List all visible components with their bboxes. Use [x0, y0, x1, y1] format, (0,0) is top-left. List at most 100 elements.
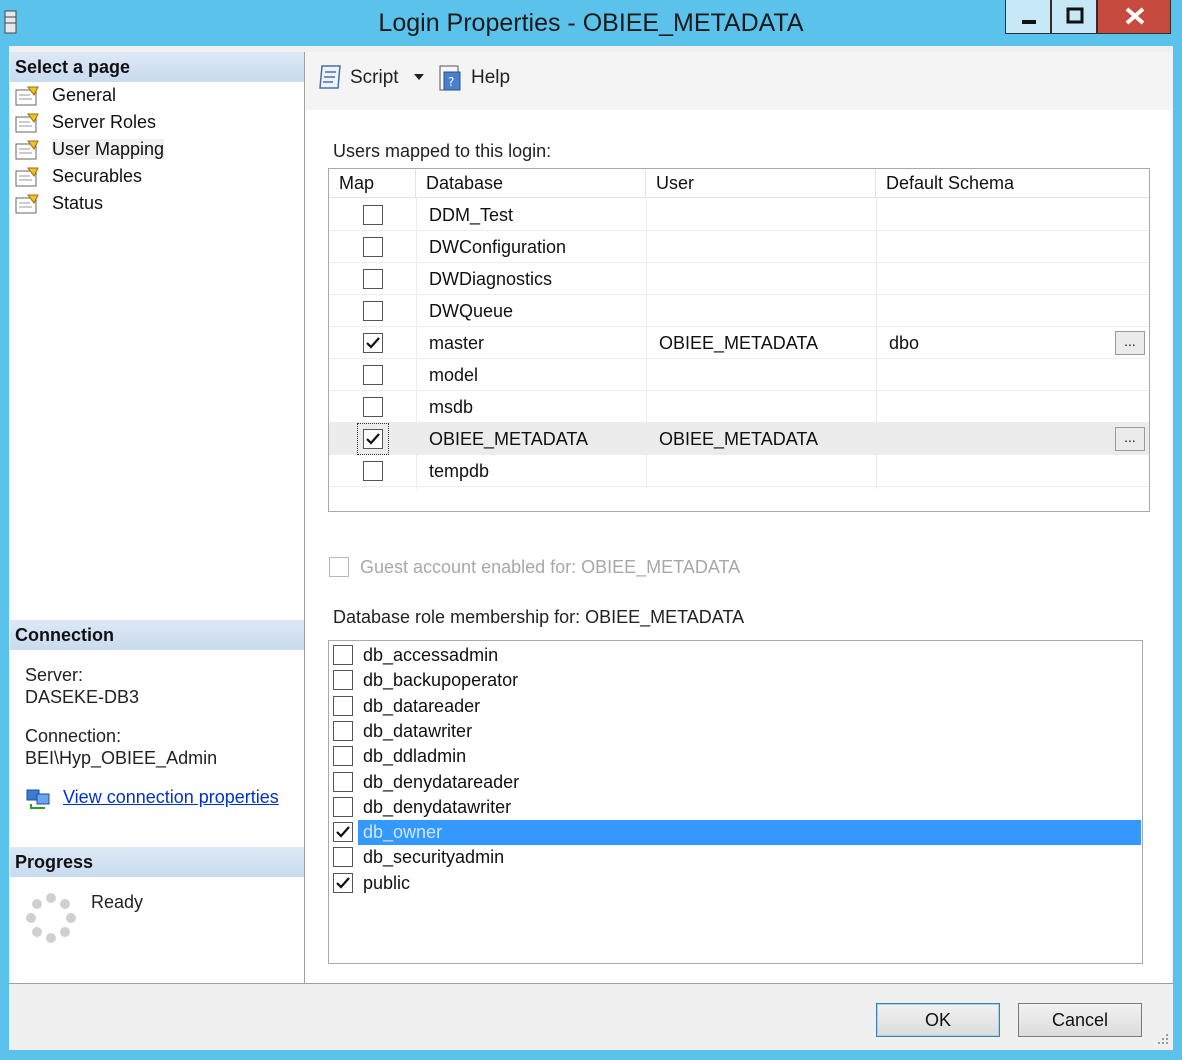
role-checkbox[interactable] [333, 872, 353, 893]
column-header-database[interactable]: Database [416, 169, 646, 197]
svg-text:?: ? [448, 75, 454, 89]
schema-browse-button[interactable]: ... [1115, 331, 1145, 355]
table-row[interactable]: DWDiagnostics [329, 263, 1149, 295]
grid-header: Map Database User Default Schema [329, 169, 1149, 198]
table-row[interactable]: DDM_Test [329, 199, 1149, 231]
role-label: db_backupoperator [363, 670, 519, 691]
role-label: db_accessadmin [363, 645, 499, 665]
checkmark-icon [336, 876, 350, 889]
role-label: db_securityadmin [363, 847, 505, 868]
map-checkbox[interactable] [363, 461, 383, 481]
mapping-label: Users mapped to this login: [333, 141, 552, 161]
list-item[interactable]: db_backupoperator [331, 668, 1141, 693]
page-icon [15, 86, 39, 106]
cell-database[interactable]: DWQueue [429, 295, 513, 327]
maximize-button[interactable] [1051, 0, 1097, 34]
script-icon[interactable] [316, 62, 346, 94]
minimize-button[interactable] [1005, 0, 1051, 34]
map-checkbox[interactable] [363, 269, 383, 289]
ok-button[interactable]: OK [876, 1003, 1000, 1037]
role-checkbox[interactable] [333, 645, 353, 665]
role-label: db_ddladmin [363, 746, 467, 767]
cell-database[interactable]: DWConfiguration [429, 231, 566, 263]
cancel-button[interactable]: Cancel [1018, 1003, 1142, 1037]
page-item-status[interactable]: Status [14, 190, 103, 216]
connection-properties-icon [26, 789, 50, 809]
role-checkbox[interactable] [333, 847, 353, 868]
cell-database[interactable]: DWDiagnostics [429, 263, 552, 295]
column-header-default-schema[interactable]: Default Schema [876, 169, 1149, 197]
cell-database[interactable]: DDM_Test [429, 199, 513, 231]
list-item[interactable]: db_accessadmin [331, 643, 1141, 668]
role-label: db_datawriter [363, 720, 473, 741]
cell-database[interactable]: master [429, 327, 484, 359]
help-button[interactable]: Help [471, 62, 510, 94]
cell-user[interactable]: OBIEE_METADATA [659, 423, 818, 455]
list-item[interactable]: db_denydatawriter [331, 795, 1141, 820]
cell-user[interactable]: OBIEE_METADATA [659, 327, 818, 359]
table-row[interactable]: DWQueue [329, 295, 1149, 327]
list-item[interactable]: db_datareader [331, 694, 1141, 719]
cell-database[interactable]: model [429, 359, 478, 391]
table-row[interactable]: model [329, 359, 1149, 391]
list-item[interactable]: db_securityadmin [331, 845, 1141, 870]
column-header-map[interactable]: Map [329, 169, 416, 197]
page-item-server-roles[interactable]: Server Roles [14, 109, 156, 135]
page-item-general[interactable]: General [14, 82, 116, 108]
close-button[interactable] [1097, 0, 1171, 34]
connection-value: BEI\Hyp_OBIEE_Admin [25, 748, 218, 768]
role-checkbox[interactable] [333, 695, 353, 716]
map-checkbox[interactable] [363, 301, 383, 321]
cell-database[interactable]: tempdb [429, 455, 489, 487]
role-checkbox[interactable] [333, 771, 353, 792]
list-item[interactable]: db_denydatareader [331, 770, 1141, 795]
script-button[interactable]: Script [350, 62, 399, 94]
page-item-user-mapping[interactable]: User Mapping [14, 136, 165, 162]
server-value: DASEKE-DB3 [25, 687, 140, 707]
table-row[interactable]: tempdb [329, 455, 1149, 487]
map-checkbox[interactable] [363, 365, 383, 385]
table-row[interactable]: DWConfiguration [329, 231, 1149, 263]
progress-spinner-icon [26, 893, 76, 943]
page-item-securables[interactable]: Securables [14, 163, 142, 189]
page-icon [15, 194, 39, 214]
help-icon[interactable]: ? [436, 62, 466, 94]
role-checkbox[interactable] [333, 796, 353, 817]
role-checkbox[interactable] [333, 746, 353, 767]
role-label: db_denydatareader [363, 771, 520, 792]
select-page-header: Select a page [10, 52, 304, 82]
role-checkbox[interactable] [333, 670, 353, 691]
list-item[interactable]: db_ddladmin [331, 744, 1141, 769]
checkmark-icon [366, 337, 380, 349]
cell-default-schema[interactable]: dbo [889, 327, 919, 359]
role-label: db_datareader [363, 695, 481, 716]
map-checkbox[interactable] [363, 205, 383, 225]
progress-header: Progress [10, 847, 304, 877]
guest-account-label: Guest account enabled for: OBIEE_METADAT… [360, 557, 741, 577]
schema-browse-button[interactable]: ... [1115, 427, 1145, 451]
role-checkbox[interactable] [333, 822, 353, 843]
table-row[interactable]: OBIEE_METADATA OBIEE_METADATA... [329, 423, 1149, 455]
list-item[interactable]: public [331, 871, 1141, 896]
chevron-down-icon[interactable] [412, 72, 426, 82]
map-checkbox[interactable] [363, 397, 383, 417]
map-checkbox[interactable] [363, 333, 383, 353]
progress-status: Ready [91, 892, 144, 912]
cell-database[interactable]: msdb [429, 391, 473, 423]
view-connection-properties-link[interactable]: View connection properties [63, 787, 279, 808]
close-icon [1125, 7, 1145, 25]
table-row[interactable]: msdb [329, 391, 1149, 423]
list-item[interactable]: db_owner [331, 820, 1141, 846]
cell-database[interactable]: OBIEE_METADATA [429, 423, 588, 455]
resize-grip-icon[interactable] [1156, 1032, 1170, 1046]
list-item[interactable]: db_datawriter [331, 719, 1141, 744]
server-label: Server: [25, 665, 84, 685]
column-header-user[interactable]: User [646, 169, 876, 197]
guest-account-checkbox[interactable] [329, 557, 349, 577]
page-icon [15, 167, 39, 187]
table-row[interactable]: master OBIEE_METADATA dbo... [329, 327, 1149, 359]
role-checkbox[interactable] [333, 720, 353, 741]
map-checkbox[interactable] [363, 237, 383, 257]
map-checkbox[interactable] [357, 423, 389, 455]
connection-header: Connection [10, 620, 304, 650]
